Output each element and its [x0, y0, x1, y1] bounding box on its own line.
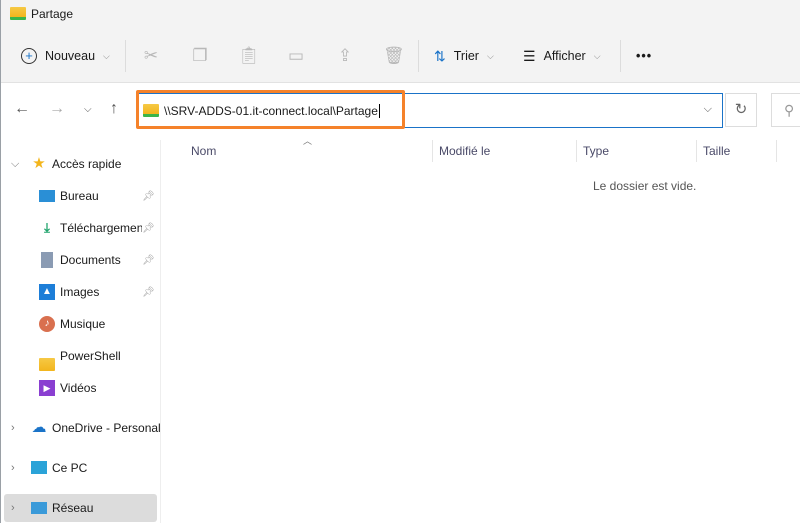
cut-icon[interactable]: ✂ — [141, 46, 161, 66]
download-icon: ⤓ — [44, 220, 50, 235]
column-divider[interactable] — [696, 140, 697, 162]
column-header-name[interactable]: Nom — [191, 144, 216, 158]
sidebar-item-quick-access[interactable]: ⌵ ★ Accès rapide — [1, 150, 158, 178]
sidebar-item-images[interactable]: ▲ Images 📌︎ — [1, 278, 158, 306]
divider — [418, 40, 419, 72]
folder-icon — [39, 357, 55, 371]
paste-icon[interactable]: 📋︎ — [238, 46, 260, 66]
sidebar-label: Vidéos — [60, 381, 97, 395]
sidebar-label: OneDrive - Personal — [52, 421, 161, 435]
divider — [620, 40, 621, 72]
chevron-down-icon: ⌵ — [486, 50, 494, 61]
command-bar: + Nouveau ⌵ ✂ ❐ 📋︎ ▭ ⇪ 🗑︎ ⇅ Trier ⌵ ☰ Af… — [1, 30, 800, 83]
pin-icon: 📌︎ — [142, 190, 155, 202]
sidebar-item-onedrive[interactable]: › ☁ OneDrive - Personal — [1, 414, 161, 442]
chevron-down-icon: ⌵ — [103, 50, 110, 61]
sidebar-item-downloads[interactable]: ⤓ Téléchargements 📌︎ — [1, 214, 158, 242]
sidebar-label: Bureau — [60, 189, 99, 203]
music-icon: ♪ — [39, 316, 55, 332]
column-header-type[interactable]: Type — [583, 144, 609, 158]
sidebar-item-documents[interactable]: Documents 📌︎ — [1, 246, 158, 274]
new-button[interactable]: + Nouveau ⌵ — [21, 42, 110, 70]
sidebar-item-desktop[interactable]: Bureau 📌︎ — [1, 182, 158, 210]
highlight-box — [136, 90, 405, 129]
chevron-down-icon[interactable]: ⌵ — [11, 158, 19, 171]
view-button[interactable]: ☰ Afficher ⌵ — [523, 42, 601, 70]
title-bar: Partage — [1, 0, 800, 30]
back-icon[interactable]: ← — [14, 100, 30, 118]
video-icon: ▶ — [39, 380, 55, 396]
computer-icon — [31, 461, 47, 474]
refresh-button[interactable]: ↻ — [725, 93, 757, 127]
column-divider[interactable] — [432, 140, 433, 162]
search-icon[interactable]: ⚲ — [771, 93, 800, 127]
sort-button[interactable]: ⇅ Trier ⌵ — [434, 42, 494, 70]
sidebar-label: PowerShell — [60, 349, 121, 363]
sidebar-label: Musique — [60, 317, 106, 331]
copy-icon[interactable]: ❐ — [190, 46, 210, 66]
new-label: Nouveau — [45, 49, 96, 63]
chevron-right-icon[interactable]: › — [11, 462, 15, 474]
sidebar-label: Documents — [60, 253, 121, 267]
up-icon[interactable]: ↑ — [110, 100, 118, 118]
sort-icon: ⇅ — [434, 47, 446, 64]
sidebar-item-powershell[interactable]: PowerShell — [1, 342, 158, 371]
cloud-icon: ☁ — [31, 419, 47, 436]
sort-label: Trier — [453, 49, 479, 63]
forward-icon[interactable]: → — [49, 100, 65, 118]
plus-circle-icon: + — [21, 48, 37, 64]
chevron-right-icon[interactable]: › — [11, 502, 15, 514]
rename-icon[interactable]: ▭ — [286, 46, 306, 66]
chevron-down-icon[interactable]: ⌵ — [704, 103, 712, 116]
sidebar-label: Téléchargements — [60, 221, 142, 235]
more-button[interactable]: ••• — [636, 42, 652, 70]
view-list-icon: ☰ — [523, 47, 536, 64]
sidebar-item-videos[interactable]: ▶ Vidéos — [1, 374, 158, 402]
column-header-modified[interactable]: Modifié le — [439, 144, 490, 158]
pin-icon: 📌︎ — [142, 222, 155, 234]
chevron-right-icon[interactable]: › — [11, 422, 15, 434]
window-title: Partage — [31, 7, 74, 21]
pin-icon: 📌︎ — [142, 286, 155, 298]
navigation-pane: ⌵ ★ Accès rapide Bureau 📌︎ ⤓ Téléchargem… — [1, 140, 161, 523]
sidebar-label: Accès rapide — [52, 157, 122, 171]
desktop-icon — [39, 190, 55, 202]
empty-folder-message: Le dossier est vide. — [593, 179, 697, 193]
divider — [125, 40, 126, 72]
star-icon: ★ — [32, 155, 46, 172]
sidebar-label: Ce PC — [52, 461, 88, 475]
column-divider[interactable] — [776, 140, 777, 162]
sidebar-label: Images — [60, 285, 100, 299]
column-divider[interactable] — [576, 140, 577, 162]
sidebar-item-network[interactable]: › Réseau — [4, 494, 157, 522]
sidebar-item-music[interactable]: ♪ Musique — [1, 310, 158, 338]
delete-icon[interactable]: 🗑︎ — [383, 46, 405, 66]
sidebar-label: Réseau — [52, 501, 94, 515]
view-label: Afficher — [543, 49, 586, 63]
chevron-down-icon: ⌵ — [593, 50, 601, 61]
sidebar-item-this-pc[interactable]: › Ce PC — [1, 454, 158, 482]
document-icon — [41, 252, 53, 268]
column-header-size[interactable]: Taille — [703, 144, 730, 158]
image-icon: ▲ — [39, 284, 55, 300]
recent-chevron-icon[interactable]: ⌵ — [84, 104, 92, 115]
share-icon[interactable]: ⇪ — [335, 46, 355, 66]
network-icon — [31, 502, 47, 514]
pin-icon: 📌︎ — [142, 254, 155, 266]
sort-ascending-icon: ︿ — [303, 136, 313, 146]
folder-icon — [10, 7, 26, 20]
